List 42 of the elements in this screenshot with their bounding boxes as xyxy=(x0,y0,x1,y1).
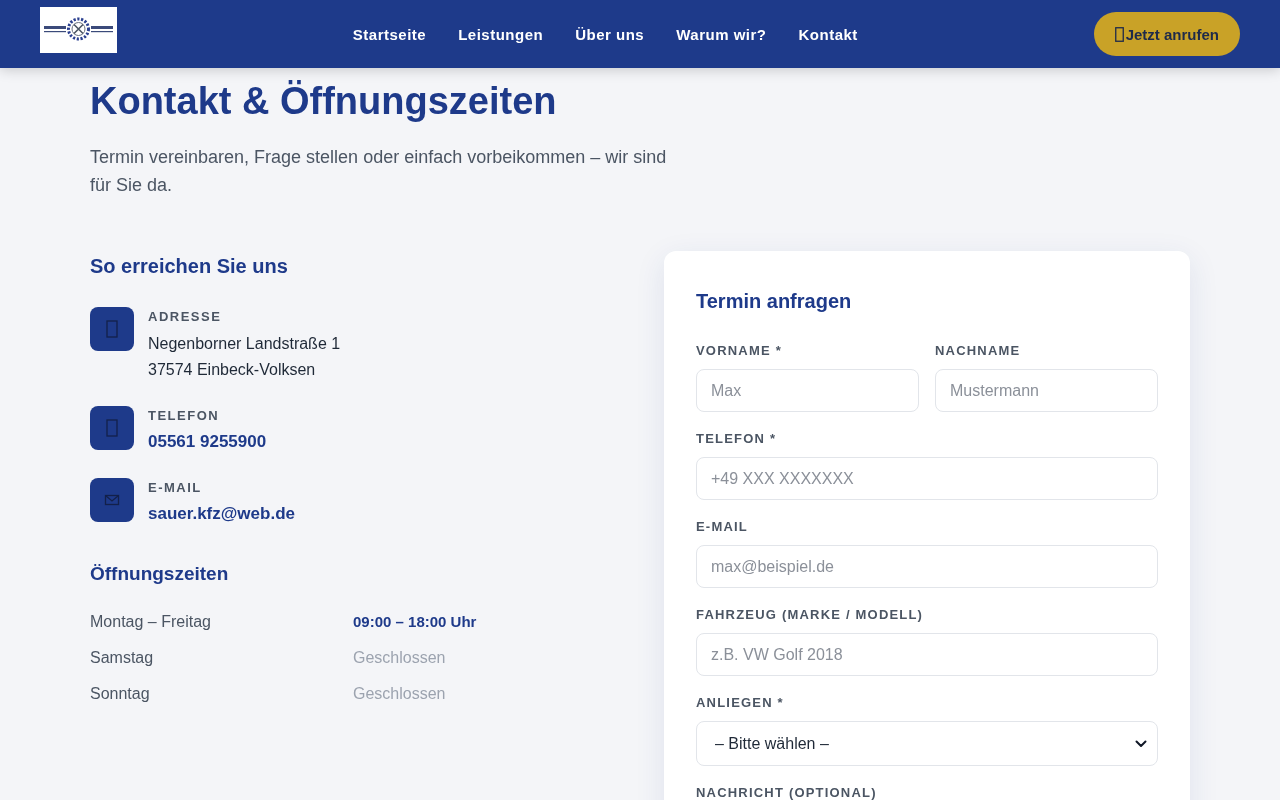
contact-label: TELEFON xyxy=(148,407,220,425)
hours-heading: Öffnungszeiten xyxy=(90,562,229,586)
call-button[interactable]: Jetzt anrufen xyxy=(1093,12,1240,56)
input-field[interactable]: z.B. VW Golf 2018 xyxy=(696,633,1158,676)
nav-link[interactable]: Kontakt xyxy=(798,25,858,43)
field-label: FAHRZEUG (MARKE / MODELL) xyxy=(696,607,924,623)
opening-time: Geschlossen xyxy=(353,648,446,668)
contact-label: E-MAIL xyxy=(148,479,202,497)
opening-time: 09:00 – 18:00 Uhr xyxy=(353,612,477,632)
field-label: VORNAME * xyxy=(696,343,782,359)
chevron-down-icon xyxy=(1135,739,1147,748)
field-label: E-MAIL xyxy=(696,519,748,535)
nav-link[interactable]: Über uns xyxy=(575,25,645,43)
input-field[interactable]: Max xyxy=(696,369,919,412)
nav-link[interactable]: Warum wir? xyxy=(676,25,767,43)
field-label: TELEFON * xyxy=(696,431,777,447)
logo-icon[interactable] xyxy=(40,7,117,53)
select-field[interactable]: – Bitte wählen – xyxy=(696,721,1158,766)
nav-link[interactable]: Leistungen xyxy=(458,25,544,43)
form-title: Termin anfragen xyxy=(696,289,852,314)
glyph-box-icon xyxy=(90,406,134,450)
glyph-box-icon xyxy=(90,307,134,351)
nav-link[interactable]: Startseite xyxy=(352,25,427,43)
field-label: NACHRICHT (OPTIONAL) xyxy=(696,785,877,800)
field-label: NACHNAME xyxy=(935,343,1021,359)
day-label: Sonntag xyxy=(90,684,150,704)
page-title: Kontakt & Öffnungszeiten xyxy=(90,79,557,124)
input-field[interactable]: max@beispiel.de xyxy=(696,545,1158,588)
input-field[interactable]: Mustermann xyxy=(935,369,1158,412)
email-link[interactable]: sauer.kfz@web.de xyxy=(148,501,295,527)
opening-time: Geschlossen xyxy=(353,684,446,704)
day-label: Samstag xyxy=(90,648,154,668)
intro-text: Termin vereinbaren, Frage stellen oder einfach vorbeikommen – wir sind für Sie da. xyxy=(90,146,668,197)
glyph-box-icon xyxy=(1114,26,1124,42)
envelope-icon xyxy=(90,478,134,522)
address-text: Negenborner Landstraße 1 37574 Einbeck-Volksen xyxy=(148,334,341,380)
field-label: ANLIEGEN * xyxy=(696,695,784,711)
phone-link[interactable]: 05561 9255900 xyxy=(148,429,267,455)
section-heading: So erreichen Sie uns xyxy=(90,254,288,279)
day-label: Montag – Freitag xyxy=(90,612,211,632)
input-field[interactable]: +49 XXX XXXXXXX xyxy=(696,457,1158,500)
contact-label: ADRESSE xyxy=(148,308,222,326)
